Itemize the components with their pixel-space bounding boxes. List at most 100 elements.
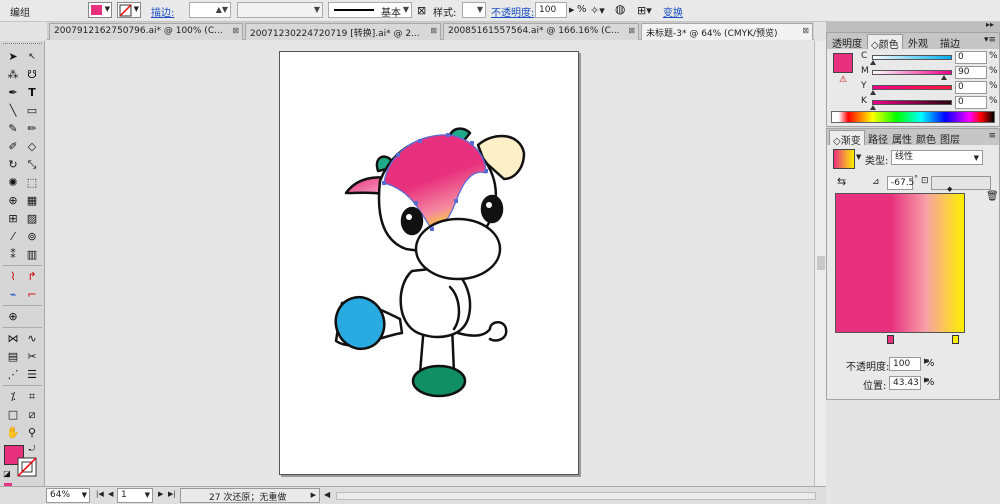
yellow-knob[interactable]: [870, 90, 876, 95]
knife-tool-icon[interactable]: ✂: [23, 349, 41, 365]
stroke-link[interactable]: 描边:: [151, 4, 174, 19]
collapse-icon[interactable]: ▸▸: [986, 20, 994, 29]
stop-opacity-input[interactable]: 100: [889, 357, 921, 371]
pen-tool-icon[interactable]: ✒: [4, 85, 22, 101]
magenta-knob[interactable]: [941, 75, 947, 80]
status-info[interactable]: 27 次还原；无重做 ▶: [180, 488, 320, 503]
artboard-number-dropdown[interactable]: 1 ▼: [117, 488, 153, 503]
cyan-input[interactable]: 0: [955, 51, 987, 64]
wave-tool-icon[interactable]: ∿: [23, 331, 41, 347]
column-graph-tool-icon[interactable]: ▥: [23, 247, 41, 263]
tab-attributes[interactable]: 属性: [889, 130, 915, 146]
globe-icon[interactable]: ◍: [615, 2, 625, 16]
mesh-tool-icon[interactable]: ⊞: [4, 211, 22, 227]
cyan-knob[interactable]: [870, 60, 876, 65]
recolor-icon[interactable]: ✧▾: [590, 4, 605, 17]
trash-icon[interactable]: 🗑: [986, 191, 999, 202]
eyedropper-tool-icon[interactable]: ⁄: [4, 229, 22, 245]
gradient-preview-swatch[interactable]: [833, 149, 855, 169]
magic-wand-tool-icon[interactable]: ⁂: [4, 67, 22, 83]
line-tool-icon[interactable]: ╲: [4, 103, 22, 119]
document-tab-active[interactable]: 未标题-3* @ 64% (CMYK/预览) ⊠: [641, 23, 813, 40]
black-slider[interactable]: K 0 %: [861, 96, 998, 110]
scroll-thumb[interactable]: [817, 256, 825, 270]
chevron-right-icon[interactable]: ▶: [569, 6, 574, 14]
graphic-style-dropdown[interactable]: ▼: [462, 2, 486, 18]
pencil-tool-icon[interactable]: ✏: [23, 121, 41, 137]
next-artboard-icon[interactable]: ▶: [158, 490, 163, 498]
color-spectrum-bar[interactable]: [831, 111, 995, 123]
magenta-input[interactable]: 90: [955, 66, 987, 79]
yellow-input[interactable]: 0: [955, 81, 987, 94]
stop-location-input[interactable]: 43.43: [889, 376, 921, 390]
zoom-dropdown[interactable]: 64% ▼: [46, 488, 90, 503]
close-icon[interactable]: ⊠: [628, 26, 635, 35]
tab-appearance[interactable]: 外观: [905, 34, 931, 50]
gradient-tool-icon[interactable]: ▨: [23, 211, 41, 227]
gradient-ramp[interactable]: [835, 193, 965, 333]
path-join-icon[interactable]: ⌁: [4, 287, 22, 303]
document-tab-1[interactable]: 2007912162750796.ai* @ 100% (C... ⊠: [49, 23, 243, 40]
fill-color-button[interactable]: ▼: [88, 2, 112, 18]
gradient-stop-yellow[interactable]: [952, 335, 959, 344]
free-transform-tool-icon[interactable]: ⬚: [23, 175, 41, 191]
document-tab-2[interactable]: 20071230224720719 [转换].ai* @ 2... ⊠: [245, 23, 441, 40]
yellow-slider[interactable]: Y 0 %: [861, 81, 998, 95]
document-tab-3[interactable]: 20085161557564.ai* @ 166.16% (C... ⊠: [443, 23, 639, 40]
panel-menu-icon[interactable]: ▾≡: [984, 35, 996, 45]
zigzag-tool-icon[interactable]: ⋰: [4, 367, 22, 383]
canvas-area[interactable]: [46, 41, 814, 486]
selection-tool-icon[interactable]: ➤: [4, 49, 22, 65]
tab-gradient[interactable]: ◇渐变: [829, 130, 865, 147]
previous-artboard-icon[interactable]: ◀: [108, 490, 113, 498]
gradient-stop-magenta[interactable]: [887, 335, 894, 344]
hand-tool-icon[interactable]: ✋: [4, 425, 22, 441]
width-tool-icon[interactable]: ⋈: [4, 331, 22, 347]
black-knob[interactable]: [870, 105, 876, 110]
cyan-track[interactable]: [872, 55, 952, 60]
tab-pathfinder[interactable]: 路径: [865, 130, 891, 146]
stroke-color-button[interactable]: ▼: [117, 2, 141, 18]
slice-tool-icon[interactable]: ⧄: [23, 407, 41, 423]
tab-color-2[interactable]: 颜色: [913, 130, 939, 146]
anchor-convert-icon[interactable]: ⌇: [4, 269, 22, 285]
curve-corner-icon[interactable]: ↱: [23, 269, 41, 285]
measure-tool-icon[interactable]: ⌗: [23, 389, 41, 405]
last-artboard-icon[interactable]: ▶|: [168, 490, 176, 498]
scroll-left-icon[interactable]: ◀: [324, 490, 330, 499]
close-icon[interactable]: ⊠: [232, 26, 239, 35]
warp-tool-icon[interactable]: ✺: [4, 175, 22, 191]
eyedropper-alt-icon[interactable]: ⁒: [4, 389, 22, 405]
tab-stroke[interactable]: 描边: [937, 34, 963, 50]
blob-brush-tool-icon[interactable]: ✐: [4, 139, 22, 155]
envelope-icon[interactable]: ⊠: [417, 4, 426, 17]
transform-link[interactable]: 变换: [663, 4, 683, 19]
cyan-slider[interactable]: C 0 %: [861, 51, 998, 65]
magenta-track[interactable]: [872, 70, 952, 75]
horizontal-scrollbar[interactable]: [336, 492, 816, 500]
tab-color[interactable]: ◇颜色: [867, 34, 903, 51]
stroke-box[interactable]: [17, 457, 39, 479]
tab-layers[interactable]: 图层: [937, 130, 963, 146]
black-input[interactable]: 0: [955, 96, 987, 109]
brush-definition-dropdown[interactable]: 基本 ▼: [328, 2, 412, 19]
yellow-track[interactable]: [872, 85, 952, 90]
zoom-tool-icon[interactable]: ⚲: [23, 425, 41, 441]
lasso-tool-icon[interactable]: ☋: [23, 67, 41, 83]
crosshair-icon[interactable]: ⊕: [4, 309, 22, 325]
out-of-gamut-icon[interactable]: ⚠: [839, 75, 847, 85]
perspective-grid-tool-icon[interactable]: ▦: [23, 193, 41, 209]
rectangle-tool-icon[interactable]: ▭: [23, 103, 41, 119]
symbol-sprayer-tool-icon[interactable]: ⁑: [4, 247, 22, 263]
artboard-tool-icon[interactable]: □: [4, 407, 22, 423]
opacity-input[interactable]: 100: [535, 2, 567, 18]
swap-fill-stroke-icon[interactable]: ⤾: [26, 441, 38, 457]
cow-illustration[interactable]: [46, 41, 814, 486]
opacity-link[interactable]: 不透明度:: [491, 4, 534, 19]
list-tool-icon[interactable]: ☰: [23, 367, 41, 383]
rotate-tool-icon[interactable]: ↻: [4, 157, 22, 173]
variable-width-dropdown[interactable]: ▼: [237, 2, 323, 18]
angle-input[interactable]: -67.5: [887, 176, 914, 190]
eraser-tool-icon[interactable]: ◇: [23, 139, 41, 155]
align-grid-icon[interactable]: ⊞▾: [637, 4, 652, 17]
